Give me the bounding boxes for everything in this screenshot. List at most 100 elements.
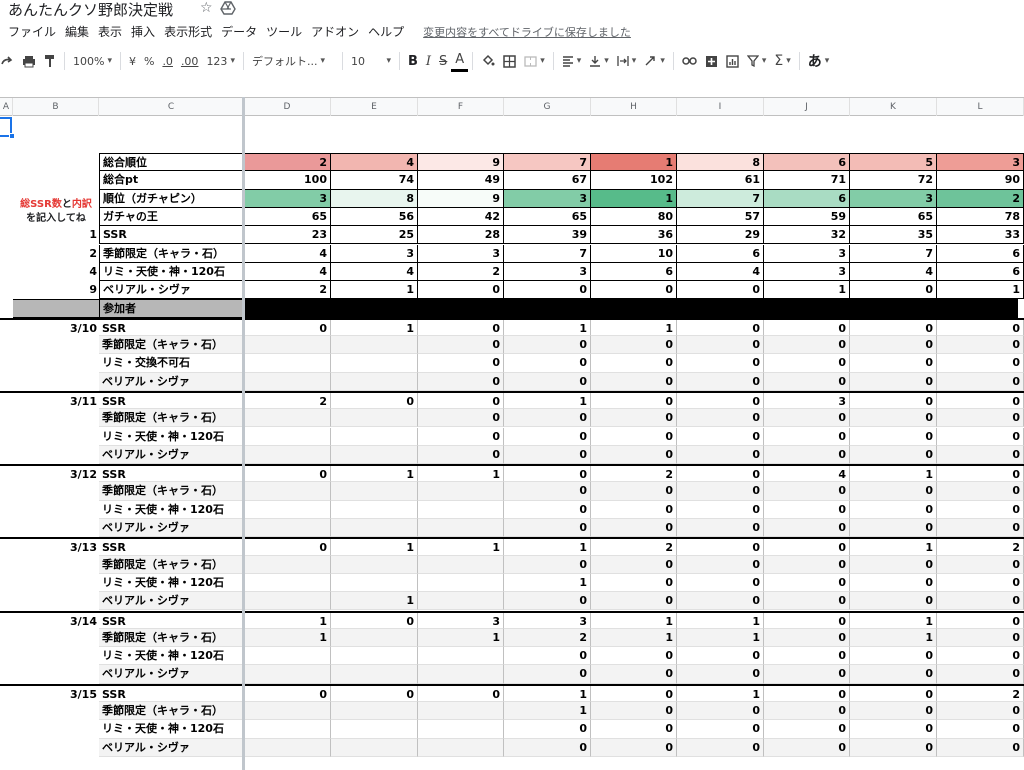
summary-value-cell[interactable]: 102 xyxy=(591,171,677,190)
day-value-cell[interactable]: 1 xyxy=(331,466,418,483)
day-value-cell[interactable]: 0 xyxy=(764,519,850,538)
day-value-cell[interactable]: 0 xyxy=(937,519,1024,538)
day-value-cell[interactable]: 0 xyxy=(418,427,504,446)
day-value-cell[interactable]: 0 xyxy=(937,445,1024,465)
day-value-cell[interactable] xyxy=(331,409,418,428)
day-value-cell[interactable]: 0 xyxy=(937,336,1024,355)
summary-value-cell[interactable]: 0 xyxy=(591,281,677,300)
summary-value-cell[interactable]: 72 xyxy=(850,171,937,190)
day-value-cell[interactable]: 0 xyxy=(504,500,591,519)
summary-value-cell[interactable]: 4 xyxy=(850,262,937,282)
summary-value-cell[interactable]: 33 xyxy=(937,226,1024,245)
redo-icon[interactable] xyxy=(0,50,18,72)
summary-value-cell[interactable]: 36 xyxy=(591,226,677,245)
day-value-cell[interactable]: 0 xyxy=(504,555,591,574)
day-value-cell[interactable]: 0 xyxy=(764,702,850,721)
star-icon[interactable]: ☆ xyxy=(200,0,213,16)
day-value-cell[interactable]: 0 xyxy=(418,319,504,336)
day-value-cell[interactable]: 2 xyxy=(244,392,331,410)
day-value-cell[interactable]: 0 xyxy=(244,466,331,483)
day-value-cell[interactable]: 0 xyxy=(677,519,764,538)
day-value-cell[interactable]: 0 xyxy=(591,445,677,465)
day-value-cell[interactable]: 0 xyxy=(937,665,1024,684)
day-value-cell[interactable]: 0 xyxy=(937,427,1024,446)
summary-value-cell[interactable]: 6 xyxy=(937,262,1024,282)
day-value-cell[interactable]: 2 xyxy=(591,466,677,483)
day-value-cell[interactable]: 0 xyxy=(764,647,850,666)
summary-value-cell[interactable]: 2 xyxy=(244,153,331,172)
day-value-cell[interactable] xyxy=(418,519,504,538)
day-value-cell[interactable]: 3 xyxy=(764,392,850,410)
day-value-cell[interactable] xyxy=(331,445,418,465)
day-value-cell[interactable] xyxy=(418,555,504,574)
day-value-cell[interactable] xyxy=(244,445,331,465)
day-value-cell[interactable]: 0 xyxy=(937,612,1024,629)
summary-value-cell[interactable]: 3 xyxy=(504,189,591,208)
day-value-cell[interactable]: 0 xyxy=(591,647,677,666)
summary-value-cell[interactable]: 3 xyxy=(504,262,591,282)
day-value-cell[interactable]: 0 xyxy=(591,555,677,574)
zoom-select[interactable]: 100% xyxy=(69,50,116,72)
summary-value-cell[interactable]: 6 xyxy=(764,153,850,172)
day-value-cell[interactable]: 0 xyxy=(591,392,677,410)
summary-value-cell[interactable]: 6 xyxy=(591,262,677,282)
day-value-cell[interactable]: 0 xyxy=(504,336,591,355)
day-value-cell[interactable] xyxy=(244,647,331,666)
summary-value-cell[interactable]: 3 xyxy=(244,189,331,208)
day-value-cell[interactable]: 0 xyxy=(937,702,1024,721)
day-value-cell[interactable]: 0 xyxy=(504,482,591,501)
summary-value-cell[interactable]: 74 xyxy=(331,171,418,190)
day-value-cell[interactable]: 0 xyxy=(764,409,850,428)
day-value-cell[interactable]: 0 xyxy=(677,647,764,666)
print-icon[interactable] xyxy=(18,50,40,72)
horizontal-align-icon[interactable] xyxy=(558,50,586,72)
day-value-cell[interactable] xyxy=(244,372,331,391)
day-value-cell[interactable]: 1 xyxy=(591,628,677,648)
day-value-cell[interactable]: 0 xyxy=(850,738,937,757)
day-value-cell[interactable]: 0 xyxy=(677,720,764,739)
day-value-cell[interactable] xyxy=(331,702,418,721)
day-value-cell[interactable]: 0 xyxy=(591,702,677,721)
day-value-cell[interactable]: 0 xyxy=(850,319,937,336)
day-value-cell[interactable]: 0 xyxy=(504,409,591,428)
filter-icon[interactable] xyxy=(743,50,771,72)
day-value-cell[interactable]: 0 xyxy=(850,592,937,611)
summary-value-cell[interactable]: 67 xyxy=(504,171,591,190)
menu-tools[interactable]: ツール xyxy=(266,23,302,41)
day-value-cell[interactable]: 0 xyxy=(850,427,937,446)
day-value-cell[interactable] xyxy=(331,336,418,355)
day-value-cell[interactable]: 0 xyxy=(850,519,937,538)
day-value-cell[interactable]: 1 xyxy=(331,592,418,611)
day-value-cell[interactable] xyxy=(244,354,331,373)
day-value-cell[interactable]: 2 xyxy=(504,628,591,648)
day-value-cell[interactable]: 0 xyxy=(331,392,418,410)
day-value-cell[interactable] xyxy=(244,482,331,501)
day-value-cell[interactable]: 0 xyxy=(418,336,504,355)
day-value-cell[interactable]: 0 xyxy=(591,482,677,501)
day-value-cell[interactable]: 0 xyxy=(850,500,937,519)
summary-value-cell[interactable]: 3 xyxy=(764,262,850,282)
day-value-cell[interactable]: 1 xyxy=(677,628,764,648)
move-to-drive-icon[interactable] xyxy=(220,0,236,16)
summary-value-cell[interactable]: 90 xyxy=(937,171,1024,190)
day-value-cell[interactable]: 0 xyxy=(677,336,764,355)
summary-value-cell[interactable]: 0 xyxy=(504,281,591,300)
day-value-cell[interactable]: 0 xyxy=(244,685,331,702)
menu-help[interactable]: ヘルプ xyxy=(368,23,404,41)
day-value-cell[interactable]: 0 xyxy=(591,592,677,611)
menu-insert[interactable]: 挿入 xyxy=(131,23,155,41)
day-value-cell[interactable]: 1 xyxy=(504,319,591,336)
day-value-cell[interactable] xyxy=(331,738,418,757)
day-value-cell[interactable]: 0 xyxy=(418,392,504,410)
summary-value-cell[interactable]: 42 xyxy=(418,207,504,227)
day-value-cell[interactable]: 0 xyxy=(591,336,677,355)
save-status-link[interactable]: 変更内容をすべてドライブに保存しました xyxy=(423,24,631,41)
day-value-cell[interactable]: 0 xyxy=(677,354,764,373)
day-value-cell[interactable]: 0 xyxy=(677,392,764,410)
day-value-cell[interactable] xyxy=(244,500,331,519)
day-value-cell[interactable]: 2 xyxy=(937,685,1024,702)
menu-edit[interactable]: 編集 xyxy=(65,23,89,41)
day-value-cell[interactable]: 0 xyxy=(850,354,937,373)
summary-value-cell[interactable]: 8 xyxy=(677,153,764,172)
summary-value-cell[interactable]: 3 xyxy=(937,153,1024,172)
